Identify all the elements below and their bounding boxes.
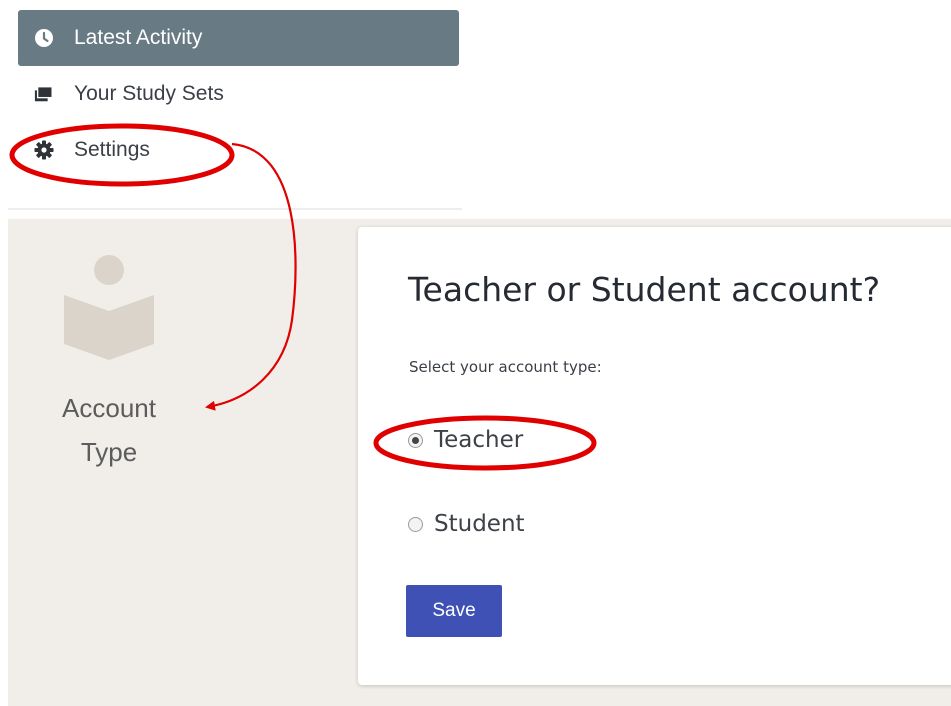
- sidebar-item-latest-activity[interactable]: Latest Activity: [18, 10, 459, 66]
- teacher-label: Teacher: [434, 427, 524, 453]
- card-title: Teacher or Student account?: [408, 270, 881, 309]
- account-type-label: Account Type: [24, 386, 194, 474]
- sidebar-item-study-sets[interactable]: Your Study Sets: [18, 66, 459, 122]
- teacher-radio[interactable]: [408, 432, 423, 448]
- sidebar-item-label: Settings: [74, 138, 150, 161]
- reader-book-icon: [64, 253, 154, 366]
- sidebar-nav: Latest Activity Your Study Sets Settings: [18, 10, 459, 178]
- account-type-label-line1: Account: [62, 393, 156, 423]
- sidebar-item-label: Latest Activity: [74, 26, 203, 49]
- student-label: Student: [434, 511, 525, 537]
- student-radio[interactable]: [408, 516, 423, 532]
- divider: [8, 208, 462, 210]
- sidebar-item-settings[interactable]: Settings: [18, 122, 459, 178]
- card-subtitle: Select your account type:: [409, 358, 602, 376]
- sidebar-item-label: Your Study Sets: [74, 82, 224, 105]
- gear-icon: [34, 140, 54, 160]
- save-button[interactable]: Save: [406, 585, 502, 637]
- account-type-label-line2: Type: [80, 437, 138, 467]
- clock-icon: [34, 28, 54, 48]
- cards-icon: [34, 84, 54, 104]
- student-option[interactable]: Student: [408, 511, 525, 537]
- teacher-option[interactable]: Teacher: [408, 427, 523, 453]
